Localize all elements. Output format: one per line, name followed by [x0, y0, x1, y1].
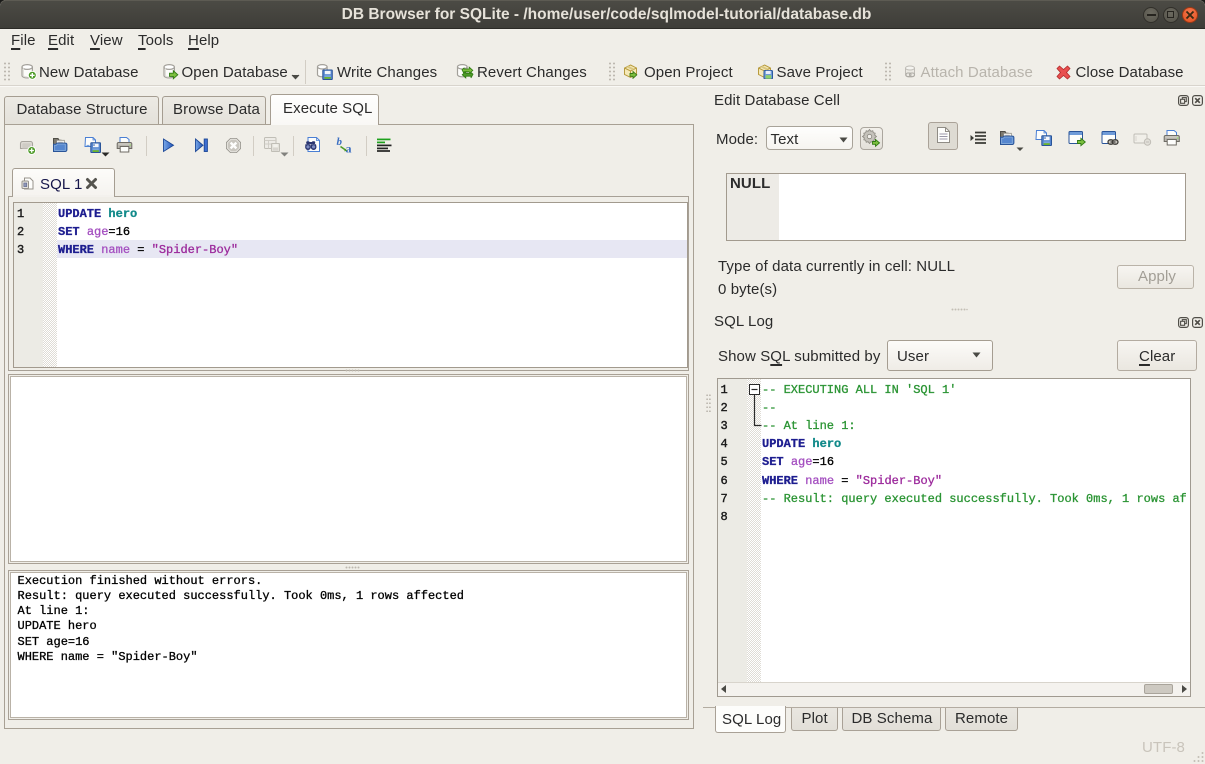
svg-text:b: b — [337, 136, 343, 148]
svg-text:a: a — [346, 142, 352, 155]
